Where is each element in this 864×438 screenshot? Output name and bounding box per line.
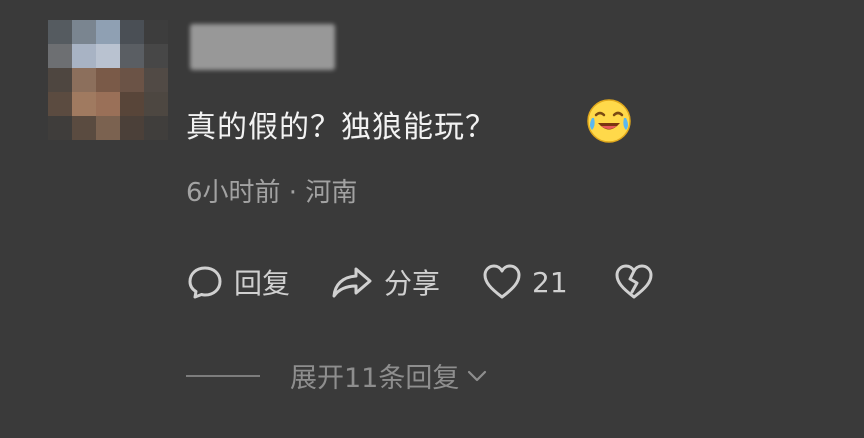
comment-bubble-icon [188,266,222,299]
like-count: 21 [532,265,568,299]
comment-text: 真的假的？独狼能玩？ [186,110,496,145]
comment-actions: 回复 分享 21 [186,258,654,306]
comment-item: 真的假的？独狼能玩？ 6小时前 · 河南 回复 分享 21 展开11条回复 [0,0,864,438]
crying-laughing-emoji-icon [587,99,631,143]
divider-line [186,374,260,377]
broken-heart-icon [615,264,653,299]
dislike-button[interactable] [614,263,654,301]
chevron-down-icon [468,370,487,381]
heart-icon [483,264,521,299]
share-button[interactable]: 分享 [330,262,440,302]
comment-meta: 6小时前 · 河南 [186,178,358,208]
expand-replies-button[interactable]: 展开11条回复 [186,356,489,395]
expand-replies-label: 展开11条回复 [290,363,460,394]
reply-label: 回复 [234,267,291,300]
avatar[interactable] [48,20,168,140]
like-button[interactable]: 21 [482,263,568,301]
username-blurred[interactable] [190,24,335,70]
reply-button[interactable]: 回复 [186,262,290,302]
share-label: 分享 [384,267,441,300]
share-arrow-icon [332,267,372,298]
